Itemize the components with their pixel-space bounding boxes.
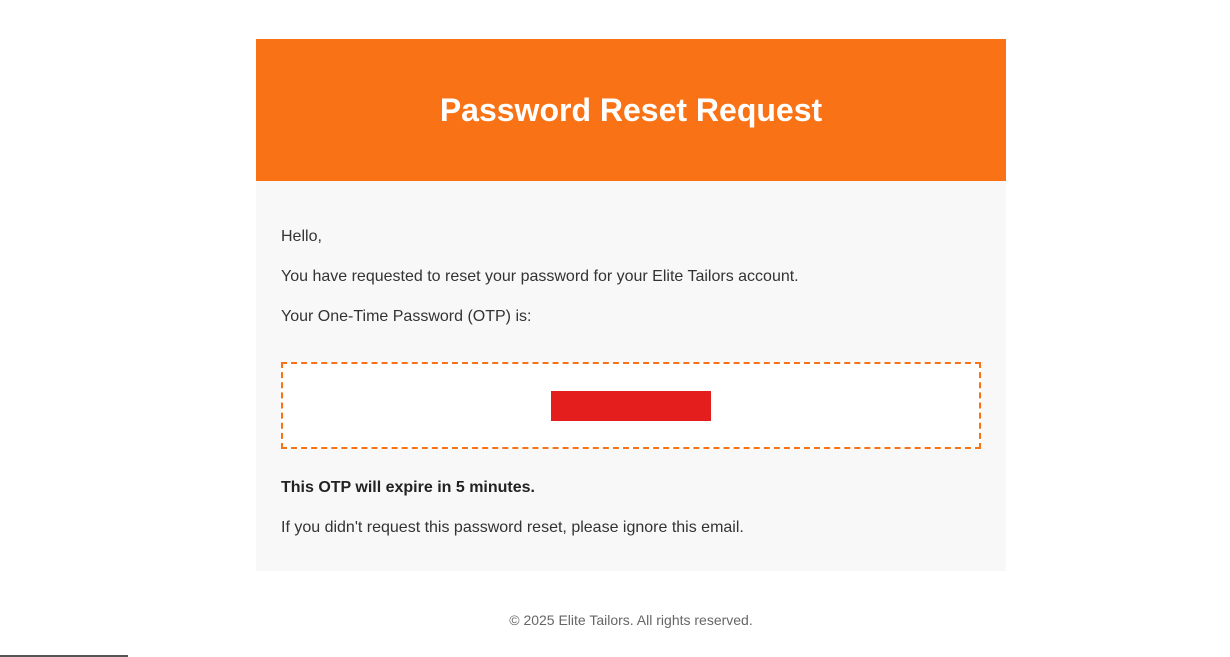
email-container: Password Reset Request Hello, You have r… — [256, 39, 1006, 571]
otp-box — [281, 362, 981, 449]
footer-copyright: © 2025 Elite Tailors. All rights reserve… — [509, 612, 753, 628]
otp-intro-text: Your One-Time Password (OTP) is: — [281, 308, 532, 325]
email-header: Password Reset Request — [256, 39, 1006, 181]
expire-notice: This OTP will expire in 5 minutes. — [281, 479, 535, 496]
request-text: You have requested to reset your passwor… — [281, 268, 799, 285]
email-body: Hello, You have requested to reset your … — [256, 181, 1006, 571]
email-title: Password Reset Request — [439, 91, 823, 128]
otp-code-redacted[interactable] — [551, 390, 711, 421]
ignore-notice: If you didn't request this password rese… — [281, 519, 744, 536]
greeting-text: Hello, — [281, 228, 322, 245]
